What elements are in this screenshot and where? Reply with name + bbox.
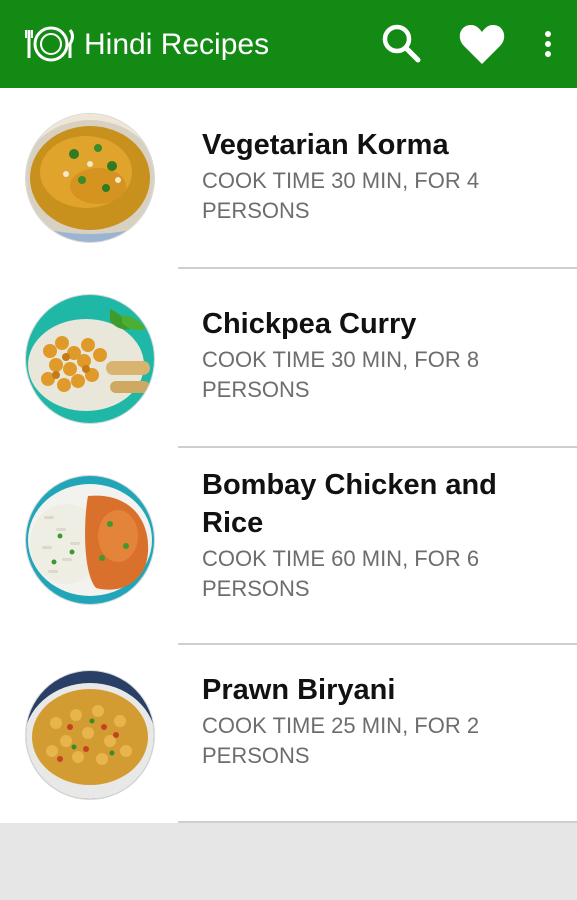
recipe-row-chickpea-curry[interactable]: Chickpea Curry COOK TIME 30 MIN, FOR 8 P… [0, 269, 577, 447]
recipe-list: Vegetarian Korma COOK TIME 30 MIN, FOR 4… [0, 88, 577, 823]
app-bar: Hindi Recipes [0, 0, 577, 88]
recipe-title: Vegetarian Korma [202, 129, 449, 161]
plate-cutlery-icon [25, 26, 74, 62]
app-title: Hindi Recipes [84, 28, 270, 61]
recipe-subtitle: COOK TIME 30 MIN, FOR 8 PERSONS [202, 347, 480, 402]
biryani-dish-image [26, 671, 154, 799]
recipe-subtitle: COOK TIME 25 MIN, FOR 2 PERSONS [202, 713, 480, 768]
recipe-row-vegetarian-korma[interactable]: Vegetarian Korma COOK TIME 30 MIN, FOR 4… [0, 88, 577, 268]
recipe-row-prawn-biryani[interactable]: Prawn Biryani COOK TIME 25 MIN, FOR 2 PE… [0, 645, 577, 821]
search-icon[interactable] [380, 22, 424, 66]
chickpea-dish-image [26, 295, 154, 423]
heart-icon[interactable] [458, 22, 506, 66]
recipe-title: Chickpea Curry [202, 308, 417, 340]
chicken-rice-dish-image [26, 476, 154, 604]
recipe-subtitle: COOK TIME 30 MIN, FOR 4 PERSONS [202, 168, 480, 223]
recipe-title: Prawn Biryani [202, 674, 396, 706]
recipe-title: Bombay Chicken and Rice [202, 469, 497, 539]
more-vert-icon[interactable] [536, 22, 560, 66]
korma-dish-image [26, 114, 154, 242]
recipe-row-bombay-chicken-and-rice[interactable]: Bombay Chicken and Rice COOK TIME 60 MIN… [0, 448, 577, 644]
recipe-subtitle: COOK TIME 60 MIN, FOR 6 PERSONS [202, 546, 480, 601]
list-divider [178, 821, 577, 823]
